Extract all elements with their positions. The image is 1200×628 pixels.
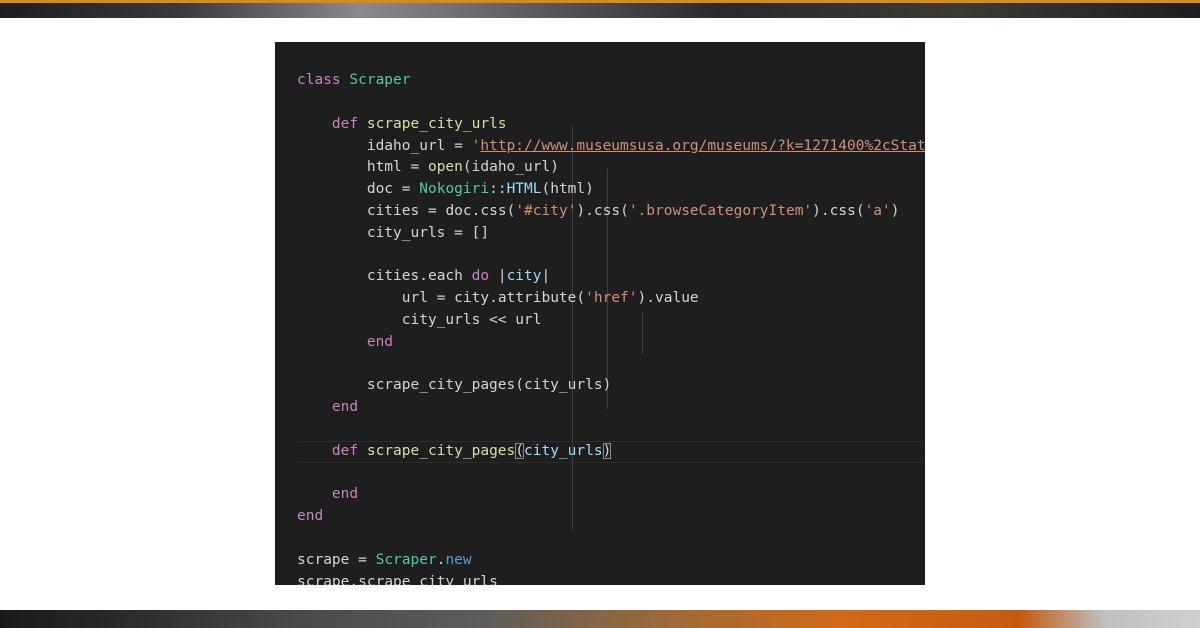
operator: ::: [489, 181, 507, 198]
identifier: scrape: [297, 551, 350, 568]
code-line: doc = Nokogiri::HTML(html): [366, 181, 594, 198]
operator: =: [427, 290, 455, 307]
operator: =: [419, 202, 446, 219]
method-call: new: [445, 551, 472, 568]
code-lines: class Scraper def scrape_city_urls idaho…: [275, 72, 925, 585]
code-line: def scrape_city_urls: [275, 114, 925, 136]
string: 'a': [864, 202, 891, 219]
top-photo-band: [0, 0, 1200, 18]
keyword: def: [331, 115, 359, 132]
method-name: scrape_city_pages: [366, 442, 516, 459]
identifier: html: [550, 181, 586, 198]
method-call: attribute: [497, 290, 577, 307]
method-call: scrape_city_pages: [366, 377, 516, 394]
identifier: url: [401, 290, 428, 307]
method-name: scrape_city_urls: [366, 115, 507, 132]
function-call: open: [427, 159, 463, 176]
code-line: url = city.attribute('href').value: [401, 290, 699, 307]
string: 'href': [585, 290, 638, 307]
identifier: city_urls: [366, 224, 446, 241]
code-editor[interactable]: class Scraper def scrape_city_urls idaho…: [275, 42, 925, 585]
identifier: html: [366, 159, 402, 176]
keyword: def: [331, 442, 359, 459]
code-line: html = open(idaho_url): [366, 159, 559, 176]
identifier: scrape: [297, 573, 350, 585]
method-call: value: [655, 290, 699, 307]
bottom-photo-band: [0, 610, 1200, 628]
bracket-match-open: (: [515, 442, 524, 459]
operator: =: [445, 224, 472, 241]
identifier: city_urls: [523, 377, 603, 394]
identifier: city: [454, 290, 490, 307]
identifier: doc: [366, 181, 394, 198]
code-line: cities.each do |city|: [366, 268, 551, 285]
identifier: url: [515, 311, 542, 328]
operator: =: [401, 159, 428, 176]
class-name: Scraper: [349, 72, 411, 89]
code-line: end: [275, 484, 925, 506]
operator: <<: [480, 311, 516, 328]
identifier: idaho_url: [471, 159, 551, 176]
identifier: idaho_url: [366, 137, 446, 154]
code-line: scrape.scrape_city_urls: [275, 572, 925, 585]
method-call: css: [593, 202, 621, 219]
array-literal: []: [471, 224, 490, 241]
method-call: css: [480, 202, 507, 219]
keyword: end: [297, 508, 324, 525]
class-name: Scraper: [375, 551, 437, 568]
method-call: each: [427, 268, 463, 285]
code-line: city_urls = []: [275, 223, 925, 245]
identifier: cities: [366, 268, 420, 285]
code-line: class Scraper: [275, 70, 925, 92]
code-line-active[interactable]: def scrape_city_pages(city_urls): [275, 440, 925, 463]
operator: =: [445, 137, 472, 154]
keyword: end: [331, 399, 359, 416]
keyword: end: [366, 333, 394, 350]
code-line: scrape_city_pages(city_urls): [366, 377, 612, 394]
class-name: Nokogiri: [419, 181, 490, 198]
class-name: HTML: [506, 181, 542, 198]
code-line: end: [275, 332, 925, 354]
block-param: city: [506, 268, 542, 285]
keyword: class: [297, 72, 341, 89]
code-line: scrape = Scraper.new: [297, 551, 472, 568]
code-line: cities = doc.css('#city').css('.browseCa…: [366, 202, 900, 219]
bracket-match-close: ): [602, 442, 612, 459]
identifier: doc: [445, 202, 472, 219]
keyword: do: [471, 268, 490, 285]
code-line: end: [275, 397, 925, 419]
operator: =: [349, 551, 376, 568]
string: '.browseCategoryItem': [628, 202, 813, 219]
string: '#city': [515, 202, 577, 219]
parameter: city_urls: [524, 442, 603, 459]
identifier: city_urls: [401, 311, 481, 328]
url-link[interactable]: http://www.museumsusa.org/museums/?k=127…: [480, 138, 925, 154]
code-line: idaho_url = 'http://www.museumsusa.org/m…: [275, 136, 925, 158]
identifier: cities: [366, 202, 420, 219]
method-call: css: [829, 202, 856, 219]
method-call: scrape_city_urls: [358, 573, 498, 585]
keyword: end: [331, 486, 359, 503]
code-line: end: [275, 506, 925, 528]
code-line: city_urls << url: [275, 310, 925, 332]
operator: =: [393, 181, 420, 198]
